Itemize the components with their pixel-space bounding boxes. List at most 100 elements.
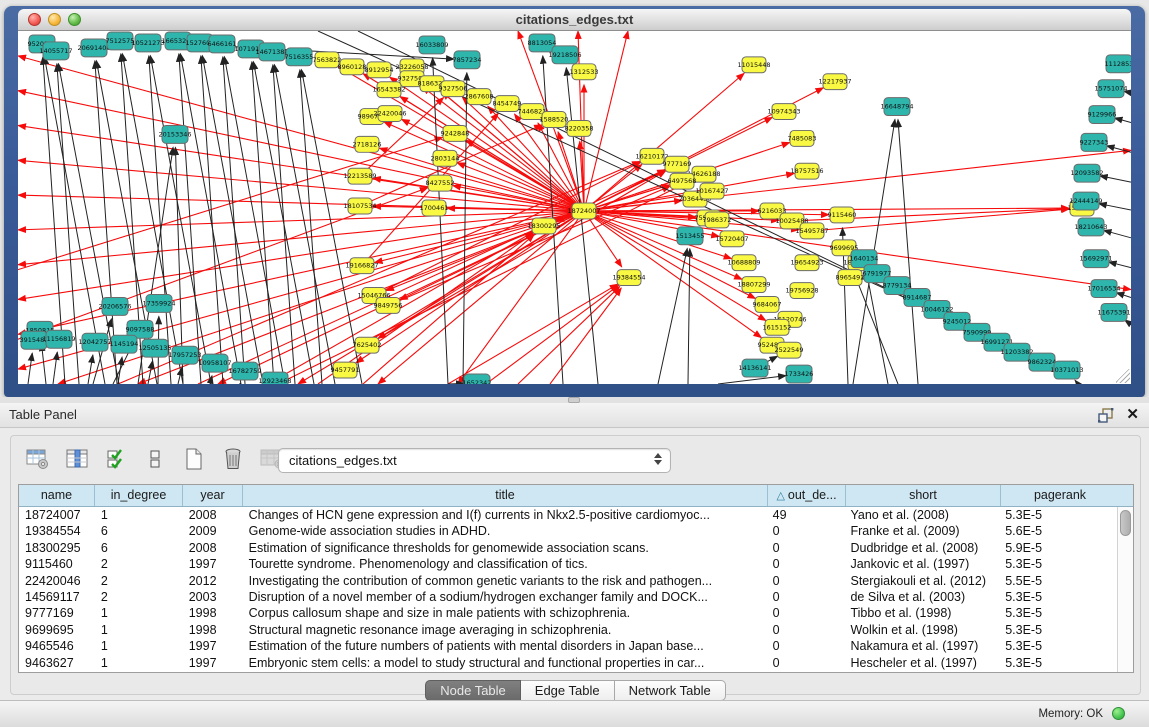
graph-node[interactable]: 1615152 (763, 319, 792, 335)
table-row[interactable]: 1830029562008Estimation of significance … (19, 540, 1117, 556)
graph-node[interactable]: 9242848 (441, 125, 470, 141)
graph-node[interactable]: 18807299 (737, 277, 770, 293)
table-row[interactable]: 977716911998Corpus callosum shape and si… (19, 605, 1117, 621)
vertical-scrollbar[interactable] (1117, 507, 1133, 672)
graph-node[interactable]: 12923468 (258, 372, 291, 384)
graph-node[interactable]: 19166827 (345, 258, 378, 274)
window-resize-grip[interactable] (1116, 369, 1130, 383)
tab-node-table[interactable]: Node Table (425, 680, 521, 701)
table-row[interactable]: 1456911722003Disruption of a novel membe… (19, 589, 1117, 605)
graph-node[interactable]: 12217937 (818, 74, 851, 90)
column-header-year[interactable]: year (183, 485, 243, 506)
graph-node[interactable]: 18300295 (527, 218, 560, 234)
column-header-short[interactable]: short (846, 485, 1001, 506)
scrollbar-thumb[interactable] (1120, 510, 1131, 536)
graph-node[interactable]: 10167427 (695, 183, 728, 199)
graph-node[interactable]: 9115460 (828, 207, 857, 223)
graph-node[interactable]: 16782759 (228, 362, 261, 380)
table-row[interactable]: 946554611997Estimation of the future num… (19, 638, 1117, 654)
graph-node[interactable]: 20206576 (98, 297, 131, 315)
graph-node[interactable]: 1700461 (420, 200, 449, 216)
graph-node[interactable]: 18210643 (1074, 218, 1107, 236)
graph-node[interactable]: 14671388 (255, 43, 288, 61)
graph-node[interactable]: 2522549 (775, 342, 804, 358)
graph-node[interactable]: 9849756 (374, 297, 403, 313)
graph-node[interactable]: 9227343 (1080, 133, 1109, 151)
tab-network-table[interactable]: Network Table (615, 680, 726, 701)
column-header-title[interactable]: title (243, 485, 768, 506)
graph-node[interactable]: 12505135 (138, 339, 171, 357)
rows-icon[interactable] (142, 447, 168, 471)
graph-node[interactable]: 12213589 (343, 168, 376, 184)
delete-icon[interactable] (220, 447, 246, 471)
tab-edge-table[interactable]: Edge Table (521, 680, 615, 701)
graph-node[interactable]: 15692971 (1079, 250, 1112, 268)
graph-node[interactable]: 10688809 (727, 255, 760, 271)
create-column-icon[interactable] (103, 447, 129, 471)
column-header-out_de[interactable]: △out_de... (768, 485, 846, 506)
graph-node[interactable]: 14055717 (39, 42, 72, 60)
graph-node[interactable]: 15751074 (1094, 80, 1127, 98)
graph-node[interactable]: 19384554 (612, 270, 645, 286)
graph-node[interactable]: 8912954 (365, 62, 394, 78)
graph-node[interactable]: 2718126 (353, 136, 382, 152)
graph-node[interactable]: 1513455 (676, 227, 705, 245)
table-row[interactable]: 969969511998Structural magnetic resonanc… (19, 622, 1117, 638)
graph-node[interactable]: 8960128 (338, 59, 367, 75)
graph-node[interactable]: 8965492 (836, 270, 865, 286)
graph-node[interactable]: 1652342 (463, 374, 492, 384)
graph-node[interactable]: 7485083 (788, 130, 817, 146)
table-row[interactable]: 911546021997Tourette syndrome. Phenomeno… (19, 556, 1117, 572)
graph-node[interactable]: 9684067 (753, 296, 782, 312)
graph-node[interactable]: 19654923 (790, 255, 823, 271)
graph-node[interactable]: 7512575 (106, 32, 135, 50)
column-header-name[interactable]: name (19, 485, 95, 506)
graph-node[interactable]: 10521273 (131, 34, 164, 52)
graph-node[interactable]: 17957253 (168, 346, 201, 364)
graph-node[interactable]: 2867608 (465, 89, 494, 105)
column-header-in_degree[interactable]: in_degree (95, 485, 183, 506)
table-row[interactable]: 1938455462009Genome-wide association stu… (19, 523, 1117, 539)
graph-node[interactable]: 1312533 (570, 64, 599, 80)
graph-node[interactable]: 8220358 (565, 120, 594, 136)
graph-node[interactable]: 11015448 (737, 57, 770, 73)
graph-node[interactable]: 9457791 (331, 362, 360, 378)
graph-node[interactable]: 11675391 (1097, 303, 1130, 321)
graph-node[interactable]: 10958107 (198, 354, 231, 372)
graph-node[interactable]: 1112853 (1105, 55, 1131, 73)
graph-node[interactable]: 15495787 (795, 223, 828, 239)
graph-node[interactable]: 19756928 (785, 283, 818, 299)
new-file-icon[interactable] (181, 447, 207, 471)
graph-node[interactable]: 16543382 (372, 82, 405, 98)
graph-node[interactable]: 12444149 (1069, 192, 1102, 210)
graph-node[interactable]: 17359924 (142, 295, 175, 313)
float-window-icon[interactable] (1097, 407, 1115, 423)
graph-node[interactable]: 20153346 (158, 125, 191, 143)
table-selector-dropdown[interactable]: citations_edges.txt (278, 448, 671, 473)
graph-node[interactable]: 1733426 (785, 365, 814, 383)
graph-node[interactable]: 6497568 (668, 173, 697, 189)
graph-node[interactable]: 15720407 (715, 231, 748, 247)
column-header-pagerank[interactable]: pagerank (1001, 485, 1119, 506)
show-columns-icon[interactable] (64, 447, 90, 471)
table-row[interactable]: 1872400712008Changes of HCN gene express… (19, 507, 1117, 523)
network-canvas[interactable]: 1872400775638228960128891295423226058932… (18, 31, 1131, 384)
graph-node[interactable]: 1145194 (110, 335, 139, 353)
graph-node[interactable]: 16648794 (880, 98, 913, 116)
network-window-titlebar[interactable]: citations_edges.txt (18, 9, 1131, 31)
graph-node[interactable]: 14136141 (738, 359, 771, 377)
graph-node[interactable]: 19218506 (548, 46, 581, 64)
graph-node[interactable]: 17016534 (1087, 280, 1120, 298)
graph-node[interactable]: 7516355 (285, 48, 314, 66)
graph-node[interactable]: 12093582 (1070, 164, 1103, 182)
table-row[interactable]: 946362711997Embryonic stem cells: a mode… (19, 655, 1117, 671)
table-settings-icon[interactable] (25, 447, 51, 471)
graph-node[interactable]: 7986372 (703, 212, 732, 228)
graph-node[interactable]: 18107534 (343, 198, 376, 214)
graph-node[interactable]: 10371013 (1050, 361, 1083, 379)
graph-node[interactable]: 6466161 (208, 35, 237, 53)
graph-node[interactable]: 22420046 (373, 106, 406, 122)
graph-node[interactable]: 2803144 (431, 150, 460, 166)
graph-node[interactable]: 18724007 (567, 203, 600, 219)
graph-node[interactable]: 10974343 (767, 104, 800, 120)
